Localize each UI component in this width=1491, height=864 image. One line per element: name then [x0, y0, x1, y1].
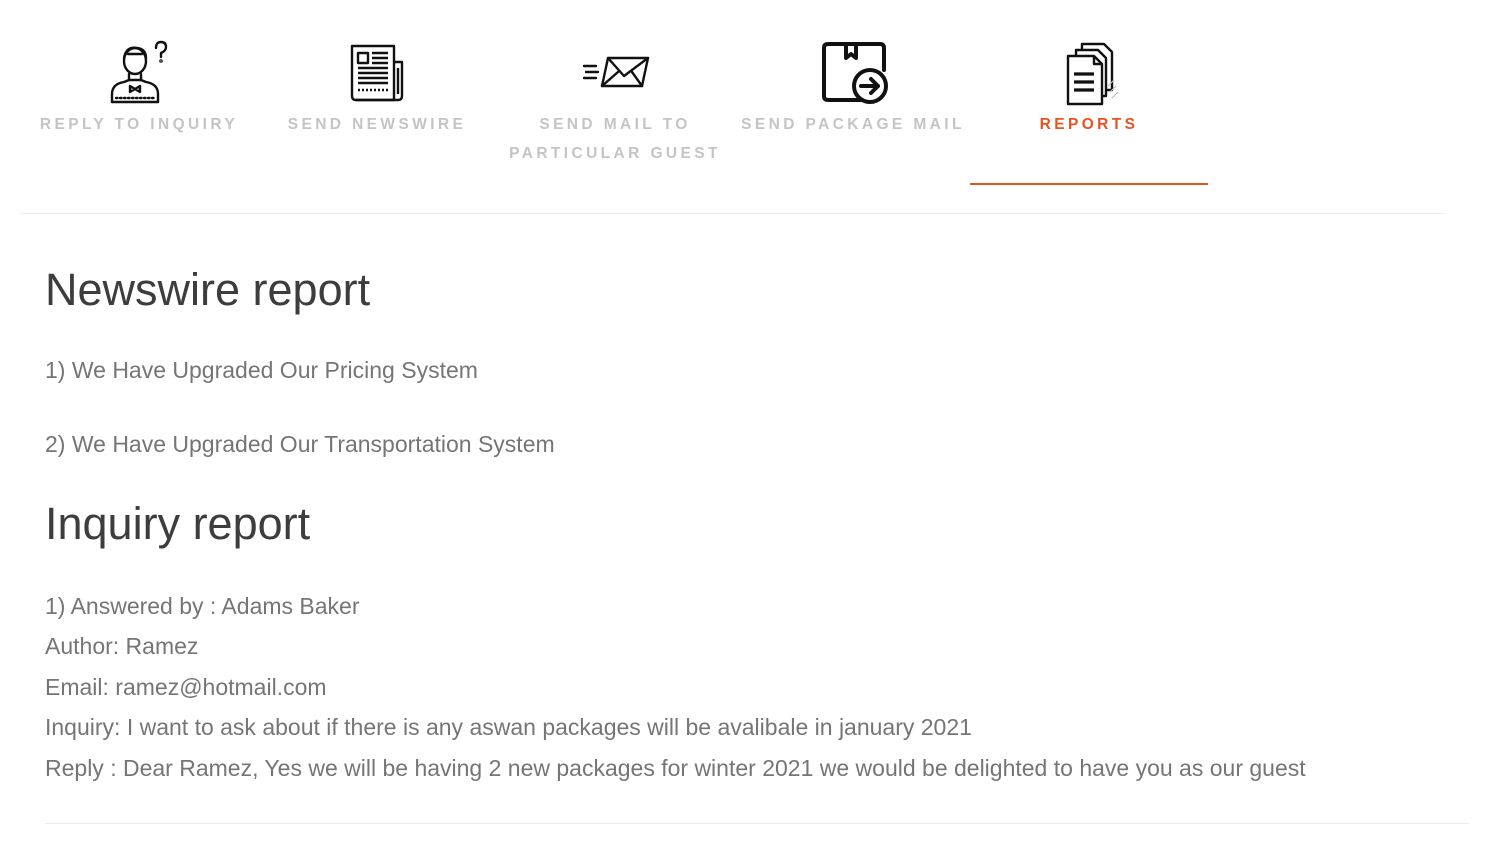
inquiry-author: Author: Ramez [45, 633, 199, 659]
divider [45, 823, 1469, 824]
active-tab-indicator [970, 183, 1208, 185]
tab-reply-to-inquiry[interactable]: REPLY TO INQUIRY [20, 40, 258, 139]
tab-label: SEND MAIL TO [539, 116, 691, 133]
tab-reports[interactable]: REPORTS [970, 40, 1208, 139]
tab-label: SEND PACKAGE MAIL [741, 116, 965, 133]
newswire-item: 2) We Have Upgraded Our Transportation S… [45, 431, 555, 457]
tab-send-package-mail[interactable]: SEND PACKAGE MAIL [734, 40, 972, 139]
sending-mail-icon [580, 40, 650, 106]
documents-icon [1054, 40, 1124, 106]
inquiry-report-title: Inquiry report [45, 498, 311, 549]
newspaper-icon [342, 40, 412, 106]
tab-label-line2: PARTICULAR GUEST [509, 145, 721, 162]
newswire-item: 1) We Have Upgraded Our Pricing System [45, 357, 478, 383]
tab-label: SEND NEWSWIRE [287, 116, 467, 133]
reception-agent-icon [104, 40, 174, 106]
tab-label: REPORTS [1039, 116, 1139, 133]
tab-bar: REPLY TO INQUIRY SEND NEWSWIRE SEND MAIL… [20, 0, 1445, 214]
inquiry-answered-by: 1) Answered by : Adams Baker [45, 593, 360, 619]
tab-send-newswire[interactable]: SEND NEWSWIRE [258, 40, 496, 139]
newswire-report-title: Newswire report [45, 264, 371, 315]
inquiry-reply: Reply : Dear Ramez, Yes we will be havin… [45, 755, 1306, 781]
inquiry-text: Inquiry: I want to ask about if there is… [45, 714, 972, 740]
tab-send-mail-to-particular-guest[interactable]: SEND MAIL TO PARTICULAR GUEST [496, 40, 734, 168]
tab-label: REPLY TO INQUIRY [39, 116, 239, 133]
package-forward-icon [818, 40, 888, 106]
inquiry-email: Email: ramez@hotmail.com [45, 674, 327, 700]
